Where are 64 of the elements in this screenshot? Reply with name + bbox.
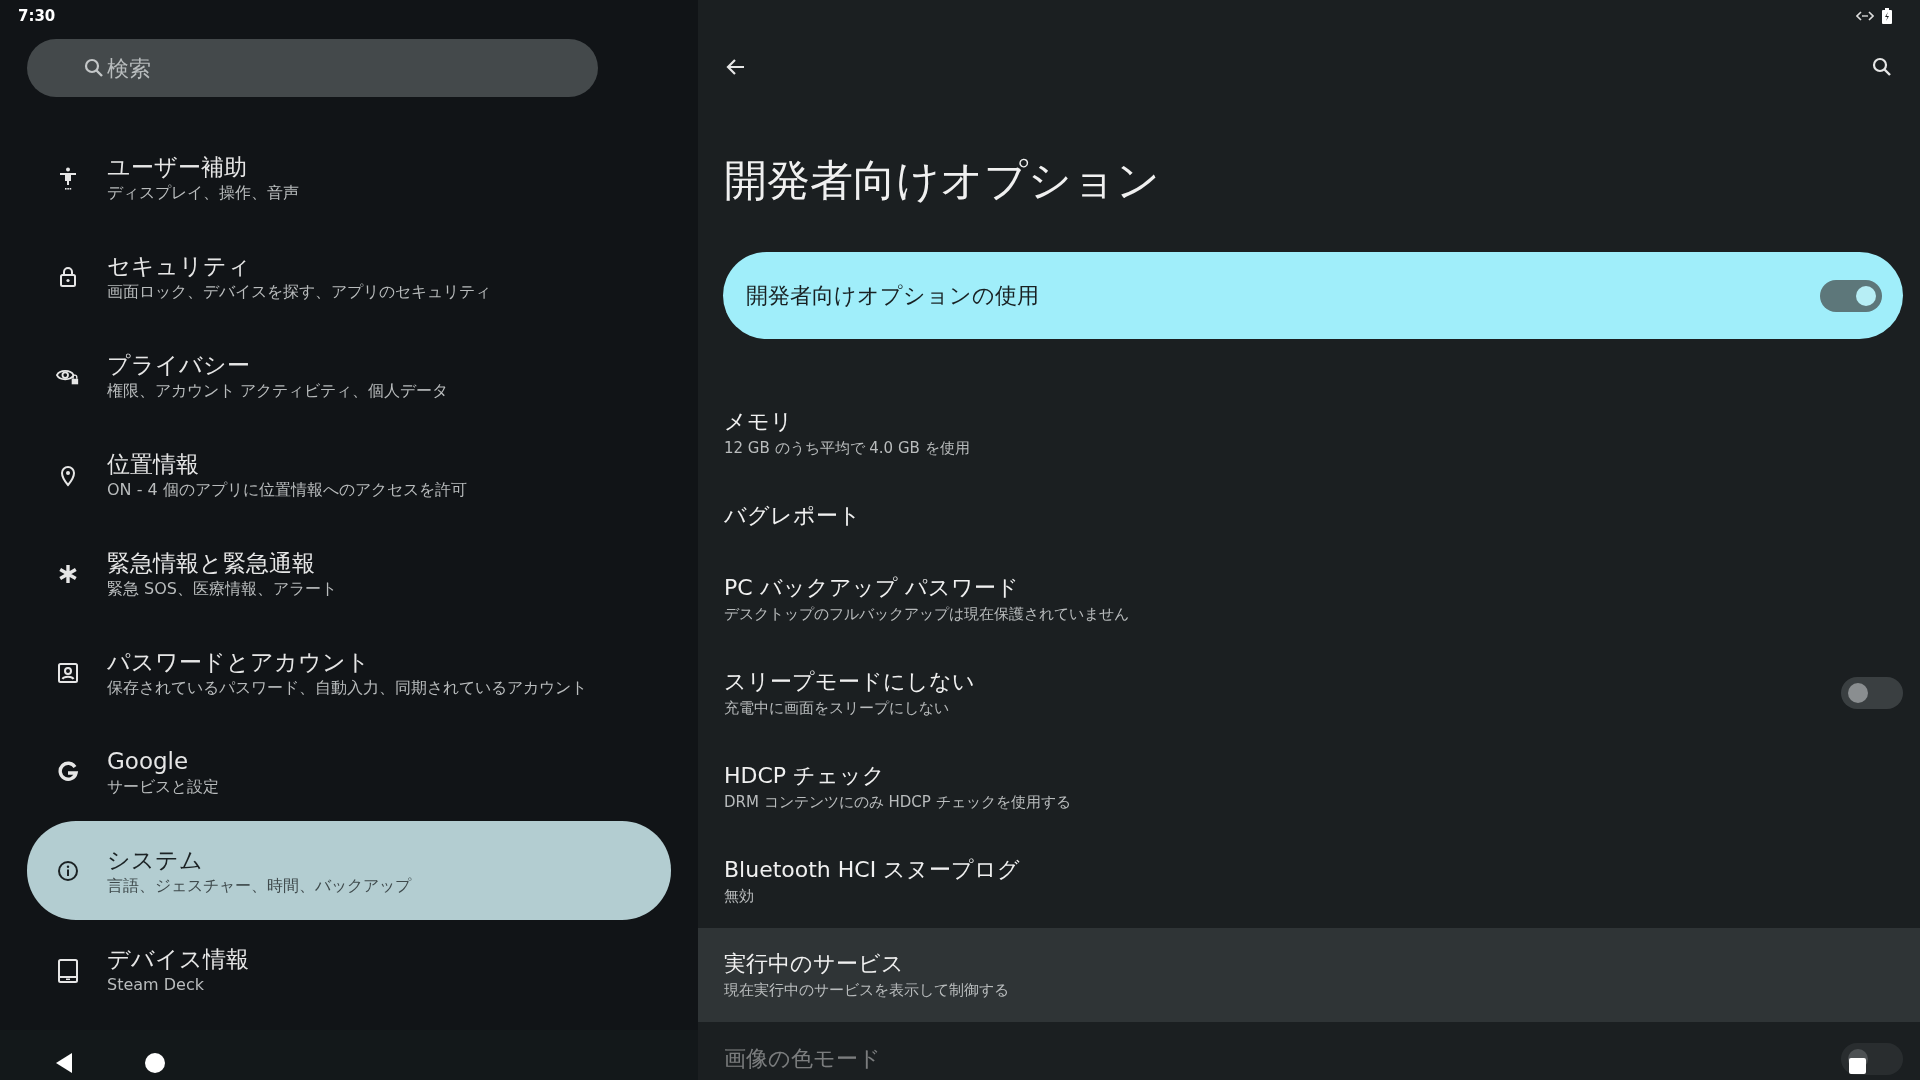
category-title: デバイス情報: [107, 944, 249, 974]
setting-subtitle: DRM コンテンツにのみ HDCP チェックを使用する: [724, 792, 1071, 813]
setting-row[interactable]: スリープモードにしない 充電中に画面をスリープにしない: [698, 646, 1920, 740]
category-subtitle: 権限、アカウント アクティビティ、個人データ: [107, 379, 449, 402]
settings-category[interactable]: デバイス情報 Steam Deck: [27, 920, 671, 1019]
category-subtitle: 保存されているパスワード、自動入力、同期されているアカウント: [107, 676, 587, 699]
category-subtitle: 画面ロック、デバイスを探す、アプリのセキュリティ: [107, 280, 491, 303]
settings-category[interactable]: システム 言語、ジェスチャー、時間、バックアップ: [27, 821, 671, 920]
setting-title: 画像の色モード: [724, 1045, 881, 1073]
setting-row[interactable]: 実行中のサービス 現在実行中のサービスを表示して制御する: [698, 928, 1920, 1022]
settings-category[interactable]: ユーザー補助 ディスプレイ、操作、音声: [27, 128, 671, 227]
category-title: パスワードとアカウント: [107, 647, 371, 677]
settings-category[interactable]: セキュリティ 画面ロック、デバイスを探す、アプリのセキュリティ: [27, 227, 671, 326]
setting-row[interactable]: バグレポート: [698, 480, 1920, 552]
battery-charging-icon: [1882, 8, 1892, 24]
setting-title: バグレポート: [724, 502, 861, 530]
setting-title: スリープモードにしない: [724, 668, 975, 696]
settings-category[interactable]: パスワードとアカウント 保存されているパスワード、自動入力、同期されているアカウント: [27, 623, 671, 722]
category-title: プライバシー: [107, 350, 251, 380]
info-icon: [56, 858, 80, 883]
g-letter-icon: [56, 759, 80, 784]
setting-title: 実行中のサービス: [724, 950, 905, 978]
category-title: 緊急情報と緊急通報: [107, 548, 316, 578]
setting-title: HDCP チェック: [724, 762, 887, 790]
contact-card-icon: [56, 660, 80, 685]
category-subtitle: ON - 4 個のアプリに位置情報へのアクセスを許可: [107, 478, 467, 501]
setting-row[interactable]: Bluetooth HCI スヌープログ 無効: [698, 834, 1920, 928]
category-title: セキュリティ: [107, 251, 252, 281]
category-subtitle: サービスと設定: [107, 775, 219, 798]
main-switch-label: 開発者向けオプションの使用: [746, 281, 1039, 310]
setting-row[interactable]: HDCP チェック DRM コンテンツにのみ HDCP チェックを使用する: [698, 740, 1920, 834]
main-switch-card[interactable]: 開発者向けオプションの使用: [723, 252, 1903, 339]
category-title: システム: [107, 845, 204, 875]
setting-row[interactable]: メモリ 12 GB のうち平均で 4.0 GB を使用: [698, 386, 1920, 480]
tablet-icon: [56, 956, 80, 983]
page-title: 開発者向けオプション: [724, 154, 1161, 207]
category-subtitle: 言語、ジェスチャー、時間、バックアップ: [107, 874, 411, 897]
toggle-switch[interactable]: [1820, 279, 1882, 312]
settings-category[interactable]: 緊急情報と緊急通報 緊急 SOS、医療情報、アラート: [27, 524, 671, 623]
data-transfer-icon: [1856, 10, 1874, 22]
home-nav-icon[interactable]: [144, 1052, 166, 1074]
category-subtitle: ディスプレイ、操作、音声: [107, 181, 299, 204]
settings-category[interactable]: 位置情報 ON - 4 個のアプリに位置情報へのアクセスを許可: [27, 425, 671, 524]
setting-subtitle: 無効: [724, 886, 755, 907]
setting-row[interactable]: PC バックアップ パスワード デスクトップのフルバックアップは現在保護されていません: [698, 552, 1920, 646]
setting-title: メモリ: [724, 408, 794, 436]
category-title: 位置情報: [107, 449, 200, 479]
setting-subtitle: 現在実行中のサービスを表示して制御する: [724, 980, 1009, 1001]
search-field[interactable]: 検索: [27, 39, 598, 97]
setting-subtitle: 充電中に画面をスリープにしない: [724, 698, 950, 719]
setting-subtitle: デスクトップのフルバックアップは現在保護されていません: [724, 604, 1129, 625]
square-icon: [1849, 1058, 1866, 1074]
setting-subtitle: 12 GB のうち平均で 4.0 GB を使用: [724, 438, 970, 459]
settings-category[interactable]: プライバシー 権限、アカウント アクティビティ、個人データ: [27, 326, 671, 425]
category-title: Google: [107, 746, 190, 776]
category-title: ユーザー補助: [107, 152, 248, 182]
settings-category[interactable]: Google サービスと設定: [27, 722, 671, 821]
back-nav-icon[interactable]: [54, 1052, 74, 1074]
category-subtitle: Steam Deck: [107, 973, 205, 996]
setting-title: PC バックアップ パスワード: [724, 574, 1020, 602]
status-time: 7:30: [18, 7, 56, 25]
toggle-switch[interactable]: [1841, 677, 1903, 709]
setting-title: Bluetooth HCI スヌープログ: [724, 856, 1021, 884]
category-subtitle: 緊急 SOS、医療情報、アラート: [107, 577, 337, 600]
